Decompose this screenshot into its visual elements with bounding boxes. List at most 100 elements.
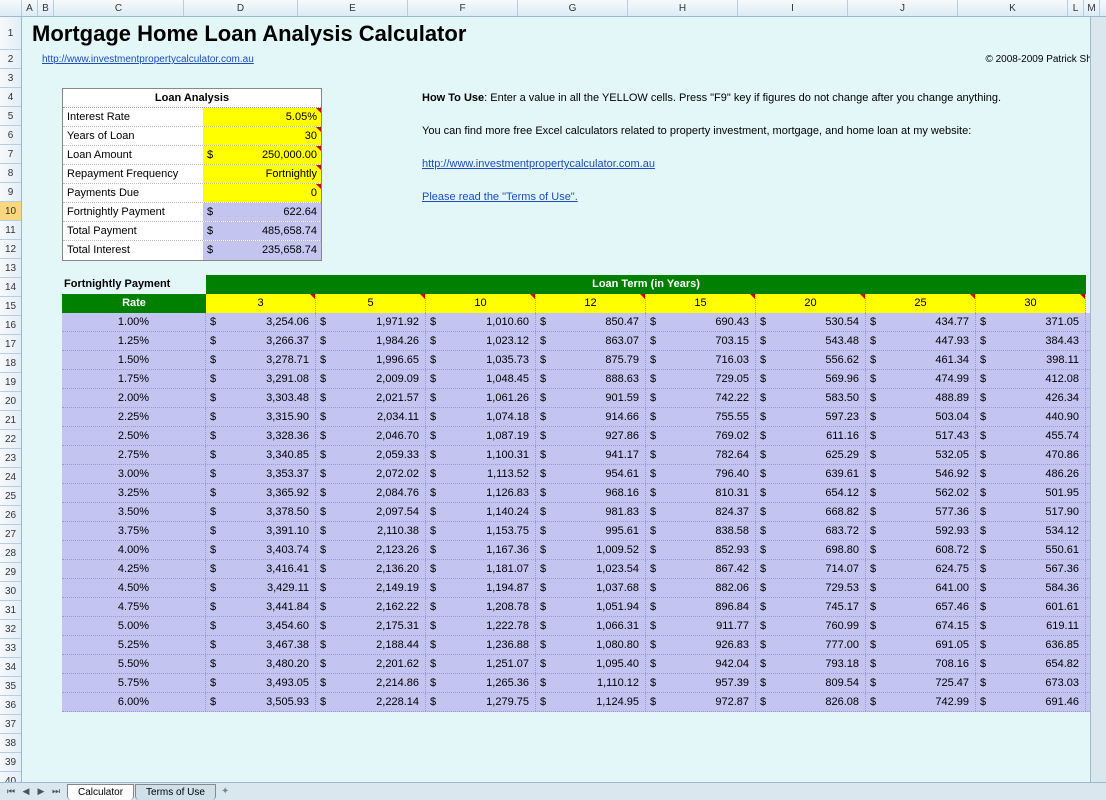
row-header-31[interactable]: 31 <box>0 601 21 620</box>
comment-indicator-icon[interactable] <box>420 294 425 299</box>
howto-link1[interactable]: http://www.investmentpropertycalculator.… <box>422 158 655 170</box>
comment-indicator-icon[interactable] <box>530 294 535 299</box>
row-header-16[interactable]: 16 <box>0 316 21 335</box>
row-header-33[interactable]: 33 <box>0 639 21 658</box>
payment-cell: $1,100.31 <box>426 446 536 464</box>
row-header-28[interactable]: 28 <box>0 544 21 563</box>
row-header-6[interactable]: 6 <box>0 126 21 145</box>
row-header-2[interactable]: 2 <box>0 50 21 69</box>
nav-prev-icon[interactable]: ◀ <box>19 785 33 799</box>
payment-value: 1,140.24 <box>486 506 529 518</box>
row-header-38[interactable]: 38 <box>0 734 21 753</box>
payment-cell: $584.36 <box>976 579 1086 597</box>
dollar-sign: $ <box>430 598 436 617</box>
website-link[interactable]: http://www.investmentpropertycalculator.… <box>42 50 254 69</box>
row-header-29[interactable]: 29 <box>0 563 21 582</box>
col-header-I[interactable]: I <box>738 0 848 16</box>
row-header-22[interactable]: 22 <box>0 430 21 449</box>
comment-indicator-icon[interactable] <box>640 294 645 299</box>
row-header-17[interactable]: 17 <box>0 335 21 354</box>
row-header-30[interactable]: 30 <box>0 582 21 601</box>
comment-indicator-icon[interactable] <box>316 184 321 189</box>
row-header-7[interactable]: 7 <box>0 145 21 164</box>
row-header-15[interactable]: 15 <box>0 297 21 316</box>
row-header-19[interactable]: 19 <box>0 373 21 392</box>
comment-indicator-icon[interactable] <box>860 294 865 299</box>
vertical-scrollbar[interactable] <box>1090 17 1106 782</box>
row-header-35[interactable]: 35 <box>0 677 21 696</box>
tab-calculator[interactable]: Calculator <box>67 784 134 800</box>
nav-last-icon[interactable]: ⏭ <box>49 785 63 799</box>
row-header-3[interactable]: 3 <box>0 69 21 88</box>
row-header-10[interactable]: 10 <box>0 202 21 221</box>
row-header-5[interactable]: 5 <box>0 107 21 126</box>
loan-value-cell[interactable]: 5.05% <box>203 108 321 126</box>
row-header-39[interactable]: 39 <box>0 753 21 772</box>
year-header-5[interactable]: 5 <box>316 294 426 313</box>
payment-value: 1,066.31 <box>596 620 639 632</box>
payment-cell: $745.17 <box>756 598 866 616</box>
year-header-15[interactable]: 15 <box>646 294 756 313</box>
comment-indicator-icon[interactable] <box>316 165 321 170</box>
comment-indicator-icon[interactable] <box>316 146 321 151</box>
row-header-9[interactable]: 9 <box>0 183 21 202</box>
row-header-37[interactable]: 37 <box>0 715 21 734</box>
row-header-11[interactable]: 11 <box>0 221 21 240</box>
tab-terms-of-use[interactable]: Terms of Use <box>135 784 216 800</box>
row-header-8[interactable]: 8 <box>0 164 21 183</box>
comment-indicator-icon[interactable] <box>316 127 321 132</box>
col-header-H[interactable]: H <box>628 0 738 16</box>
comment-indicator-icon[interactable] <box>750 294 755 299</box>
row-header-24[interactable]: 24 <box>0 468 21 487</box>
row-header-27[interactable]: 27 <box>0 525 21 544</box>
comment-indicator-icon[interactable] <box>970 294 975 299</box>
col-header-J[interactable]: J <box>848 0 958 16</box>
payment-value: 1,236.88 <box>486 639 529 651</box>
row-header-13[interactable]: 13 <box>0 259 21 278</box>
row-header-18[interactable]: 18 <box>0 354 21 373</box>
row-header-26[interactable]: 26 <box>0 506 21 525</box>
year-header-20[interactable]: 20 <box>756 294 866 313</box>
row-header-14[interactable]: 14 <box>0 278 21 297</box>
row-header-1[interactable]: 1 <box>0 17 21 50</box>
comment-indicator-icon[interactable] <box>316 108 321 113</box>
col-header-E[interactable]: E <box>298 0 408 16</box>
col-header-C[interactable]: C <box>54 0 184 16</box>
row-header-23[interactable]: 23 <box>0 449 21 468</box>
nav-next-icon[interactable]: ▶ <box>34 785 48 799</box>
row-header-21[interactable]: 21 <box>0 411 21 430</box>
loan-value-cell[interactable]: 0 <box>203 184 321 202</box>
col-header-A[interactable]: A <box>22 0 38 16</box>
year-header-10[interactable]: 10 <box>426 294 536 313</box>
col-header-F[interactable]: F <box>408 0 518 16</box>
new-sheet-icon[interactable]: ✦ <box>221 786 229 797</box>
loan-value-cell[interactable]: 30 <box>203 127 321 145</box>
col-header-M[interactable]: M <box>1084 0 1100 16</box>
row-header-4[interactable]: 4 <box>0 88 21 107</box>
col-header-G[interactable]: G <box>518 0 628 16</box>
year-header-25[interactable]: 25 <box>866 294 976 313</box>
row-header-12[interactable]: 12 <box>0 240 21 259</box>
row-header-34[interactable]: 34 <box>0 658 21 677</box>
row-header-25[interactable]: 25 <box>0 487 21 506</box>
row-header-32[interactable]: 32 <box>0 620 21 639</box>
col-header-D[interactable]: D <box>184 0 298 16</box>
comment-indicator-icon[interactable] <box>310 294 315 299</box>
loan-value-cell[interactable]: Fortnightly <box>203 165 321 183</box>
col-header-B[interactable]: B <box>38 0 54 16</box>
comment-indicator-icon[interactable] <box>1080 294 1085 299</box>
col-header-K[interactable]: K <box>958 0 1068 16</box>
payment-cell: $501.95 <box>976 484 1086 502</box>
nav-first-icon[interactable]: ⏮ <box>4 785 18 799</box>
select-all-corner[interactable] <box>0 0 22 16</box>
row-header-36[interactable]: 36 <box>0 696 21 715</box>
col-header-L[interactable]: L <box>1068 0 1084 16</box>
howto-link2[interactable]: Please read the "Terms of Use". <box>422 191 578 203</box>
year-header-12[interactable]: 12 <box>536 294 646 313</box>
year-header-30[interactable]: 30 <box>976 294 1086 313</box>
year-header-3[interactable]: 3 <box>206 294 316 313</box>
table-row: 5.00%$3,454.60$2,175.31$1,222.78$1,066.3… <box>62 617 1106 636</box>
loan-value-cell[interactable]: $250,000.00 <box>203 146 321 164</box>
payment-cell: $1,251.07 <box>426 655 536 673</box>
row-header-20[interactable]: 20 <box>0 392 21 411</box>
